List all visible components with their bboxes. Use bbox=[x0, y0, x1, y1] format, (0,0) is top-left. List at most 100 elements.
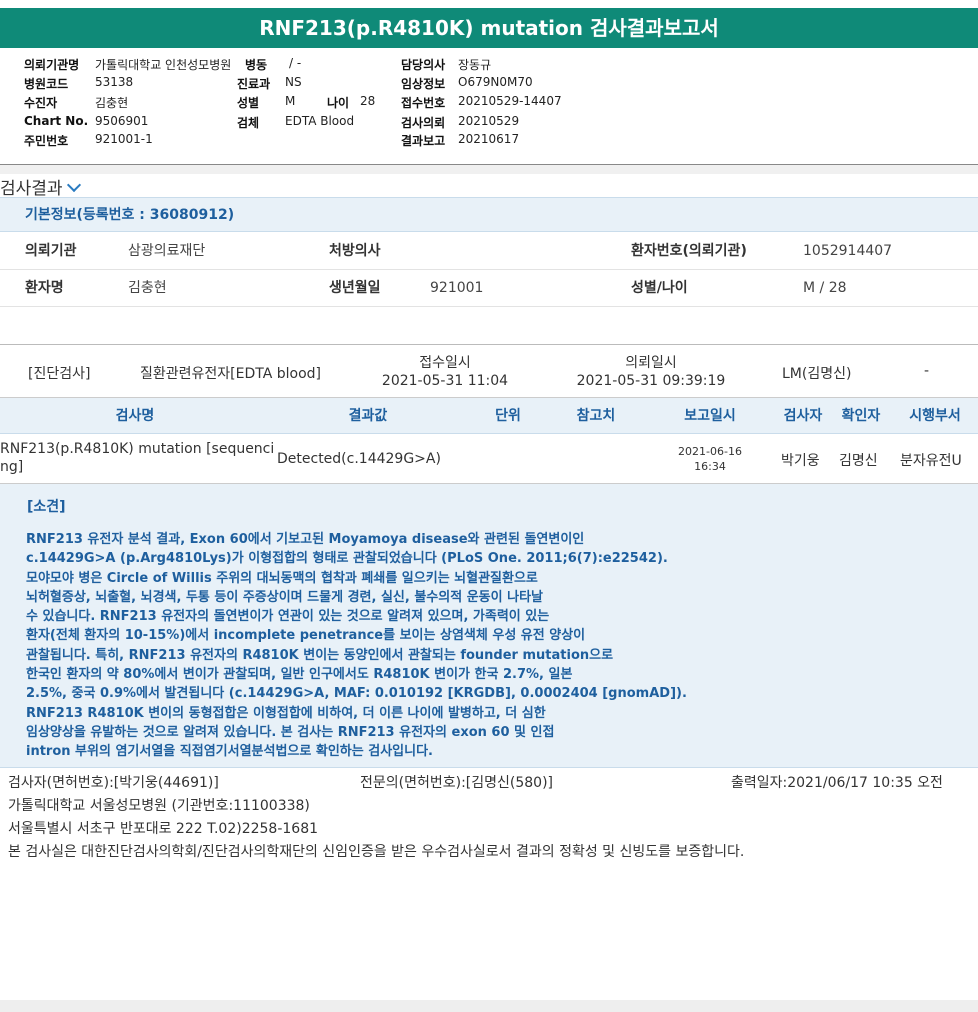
opinion-section: [소견] RNF213 유전자 분석 결과, Exon 60에서 기보고된 Mo… bbox=[0, 484, 978, 768]
clinical-value: O679N0M70 bbox=[458, 75, 533, 89]
opinion-line: intron 부위의 염기서열을 직접염기서열분석법으로 확인하는 검사입니다. bbox=[26, 744, 433, 760]
results-section-toggle[interactable]: 검사결과 bbox=[0, 174, 81, 199]
sex-label: 성별 bbox=[237, 96, 260, 110]
dept-value: NS bbox=[285, 75, 302, 89]
request-value: 20210529 bbox=[458, 114, 520, 128]
col-department: 시행부서 bbox=[909, 408, 961, 424]
opinion-line: 환자(전체 환자의 10-15%)에서 incomplete penetranc… bbox=[26, 628, 586, 644]
opinion-line: 관찰됩니다. 특히, RNF213 유전자의 R4810K 변이는 동양인에서 … bbox=[26, 647, 614, 663]
request-datetime-value: 2021-05-31 09:39:19 bbox=[576, 373, 726, 389]
doctor-value: 장동규 bbox=[458, 58, 492, 72]
cell-result: Detected(c.14429G>A) bbox=[277, 451, 441, 467]
collector-label: 수진자 bbox=[24, 96, 58, 110]
order-lm: LM(김명신) bbox=[782, 366, 852, 382]
table-row[interactable]: RNF213(p.R4810K) mutation [sequenci ng] … bbox=[0, 434, 978, 484]
opinion-line: RNF213 R4810K 변이의 동형접합은 이형접합에 비하여, 더 이른 … bbox=[26, 705, 546, 721]
request-label: 검사의뢰 bbox=[401, 116, 446, 130]
basic-info-row-1: 의뢰기관 삼광의료재단 처방의사 환자번호(의뢰기관) 1052914407 bbox=[0, 233, 978, 270]
ref-org-label: 의뢰기관 bbox=[25, 243, 77, 259]
dob-value: 921001 bbox=[430, 280, 484, 296]
report-header: 의뢰기관명 가톨릭대학교 인천성모병원 병동 / - 담당의사 장동규 병원코드… bbox=[0, 54, 978, 165]
ward-label: 병동 bbox=[245, 58, 268, 72]
resident-no-label: 주민번호 bbox=[24, 134, 69, 148]
doctor-label: 담당의사 bbox=[401, 58, 446, 72]
opinion-line: RNF213 유전자 분석 결과, Exon 60에서 기보고된 Moyamoy… bbox=[26, 532, 585, 547]
col-report-date: 보고일시 bbox=[684, 408, 736, 424]
hospital-address: 서울특별시 서초구 반포대로 222 T.02)2258-1681 bbox=[8, 821, 319, 837]
report-time: 16:34 bbox=[694, 460, 726, 473]
print-date: 출력일자:2021/06/17 10:35 오전 bbox=[731, 775, 943, 791]
test-name-line2: ng] bbox=[0, 459, 24, 475]
patient-no-value: 1052914407 bbox=[803, 243, 893, 259]
cell-test-name: RNF213(p.R4810K) mutation [sequenci ng] bbox=[0, 440, 274, 476]
chart-no-label: Chart No. bbox=[24, 114, 89, 128]
divider-strip bbox=[0, 165, 978, 174]
order-dash: - bbox=[924, 363, 930, 379]
col-reference: 참고치 bbox=[576, 408, 616, 424]
sex-value: M bbox=[285, 94, 296, 108]
opinion-line: 뇌허혈증상, 뇌출혈, 뇌경색, 두통 등이 주증상이며 드물게 경련, 실신,… bbox=[26, 589, 543, 605]
request-datetime-label: 의뢰일시 bbox=[625, 355, 677, 371]
hospital-code-value: 53138 bbox=[95, 75, 134, 89]
sex-age-value: M / 28 bbox=[803, 280, 847, 296]
receipt-value: 2021-05-31 11:04 bbox=[381, 373, 509, 389]
sex-age-label: 성별/나이 bbox=[631, 280, 688, 296]
report-title: RNF213(p.R4810K) mutation 검사결과보고서 bbox=[0, 8, 978, 48]
order-category: [진단검사] bbox=[28, 366, 91, 382]
dept-label: 진료과 bbox=[237, 77, 271, 91]
dob-label: 생년월일 bbox=[329, 280, 381, 296]
report-date-label: 결과보고 bbox=[401, 134, 446, 148]
basic-info-heading: 기본정보(등록번호 : 36080912) bbox=[0, 197, 978, 232]
patient-name-label: 환자명 bbox=[25, 280, 64, 296]
patient-name-value: 김충현 bbox=[128, 280, 167, 296]
request-datetime: 의뢰일시 2021-05-31 09:39:19 bbox=[566, 354, 736, 390]
report-date-value: 20210617 bbox=[458, 132, 520, 146]
ward-value: / - bbox=[289, 56, 302, 70]
cell-report-date: 2021-06-16 16:34 bbox=[670, 444, 750, 474]
patient-no-label: 환자번호(의뢰기관) bbox=[631, 243, 747, 259]
tester-signature: 검사자(면허번호):[박기웅(44691)] bbox=[8, 775, 219, 791]
bottom-strip bbox=[0, 1000, 978, 1012]
opinion-text: RNF213 유전자 분석 결과, Exon 60에서 기보고된 Moyamoy… bbox=[26, 530, 726, 762]
results-table-header: 검사명 결과값 단위 참고치 보고일시 검사자 확인자 시행부서 bbox=[0, 398, 978, 434]
chart-no-value: 9506901 bbox=[95, 114, 149, 128]
basic-info-row-2: 환자명 김충현 생년월일 921001 성별/나이 M / 28 bbox=[0, 270, 978, 307]
receipt-datetime: 접수일시 2021-05-31 11:04 bbox=[370, 354, 520, 390]
resident-no-value: 921001-1 bbox=[95, 132, 153, 146]
opinion-line: 모야모야 병은 Circle of Willis 주위의 대뇌동맥의 협착과 폐… bbox=[26, 570, 538, 586]
order-row[interactable]: [진단검사] 질환관련유전자[EDTA blood] 접수일시 2021-05-… bbox=[0, 346, 978, 398]
clinical-label: 임상정보 bbox=[401, 77, 446, 91]
prescriber-label: 처방의사 bbox=[329, 243, 381, 259]
opinion-line: 수 있습니다. RNF213 유전자의 돌연변이가 연관이 있는 것으로 알려져… bbox=[26, 609, 550, 625]
test-name-line1: RNF213(p.R4810K) mutation [sequenci bbox=[0, 441, 275, 457]
hospital-name: 가톨릭대학교 서울성모병원 (기관번호:11100338) bbox=[8, 798, 310, 814]
receipt-no-label: 접수번호 bbox=[401, 96, 446, 110]
institution-value: 가톨릭대학교 인천성모병원 bbox=[95, 58, 232, 72]
report-date: 2021-06-16 bbox=[678, 445, 742, 458]
collector-value: 김충현 bbox=[95, 96, 129, 110]
col-result: 결과값 bbox=[348, 408, 388, 424]
spacer bbox=[0, 307, 978, 345]
col-unit: 단위 bbox=[495, 408, 521, 424]
order-test-group: 질환관련유전자[EDTA blood] bbox=[140, 366, 321, 382]
certification-note: 본 검사실은 대한진단검사의학회/진단검사의학재단의 신임인증을 받은 우수검사… bbox=[8, 844, 745, 860]
specimen-label: 검체 bbox=[237, 116, 260, 130]
specimen-value: EDTA Blood bbox=[285, 114, 355, 128]
opinion-line: c.14429G>A (p.Arg4810Lys)가 이형접합의 형태로 관찰되… bbox=[26, 551, 668, 567]
opinion-line: 2.5%, 중국 0.9%에서 발견됩니다 (c.14429G>A, MAF: … bbox=[26, 686, 687, 702]
results-section-title: 검사결과 bbox=[0, 179, 63, 199]
receipt-label: 접수일시 bbox=[419, 355, 471, 371]
cell-tester: 박기웅 bbox=[781, 453, 820, 469]
cell-confirmer: 김명신 bbox=[839, 453, 878, 469]
receipt-no-value: 20210529-14407 bbox=[458, 94, 562, 108]
institution-label: 의뢰기관명 bbox=[24, 58, 80, 72]
cell-department: 분자유전U bbox=[900, 453, 962, 469]
chevron-down-icon[interactable] bbox=[66, 177, 81, 193]
opinion-line: 임상양상을 유발하는 것으로 알려져 있습니다. 본 검사는 RNF213 유전… bbox=[26, 724, 555, 740]
ref-org-value: 삼광의료재단 bbox=[128, 243, 206, 259]
col-tester: 검사자 bbox=[783, 408, 823, 424]
col-test-name: 검사명 bbox=[115, 408, 155, 424]
opinion-heading: [소견] bbox=[27, 499, 66, 515]
specialist-signature: 전문의(면허번호):[김명신(580)] bbox=[360, 775, 554, 791]
hospital-code-label: 병원코드 bbox=[24, 77, 69, 91]
